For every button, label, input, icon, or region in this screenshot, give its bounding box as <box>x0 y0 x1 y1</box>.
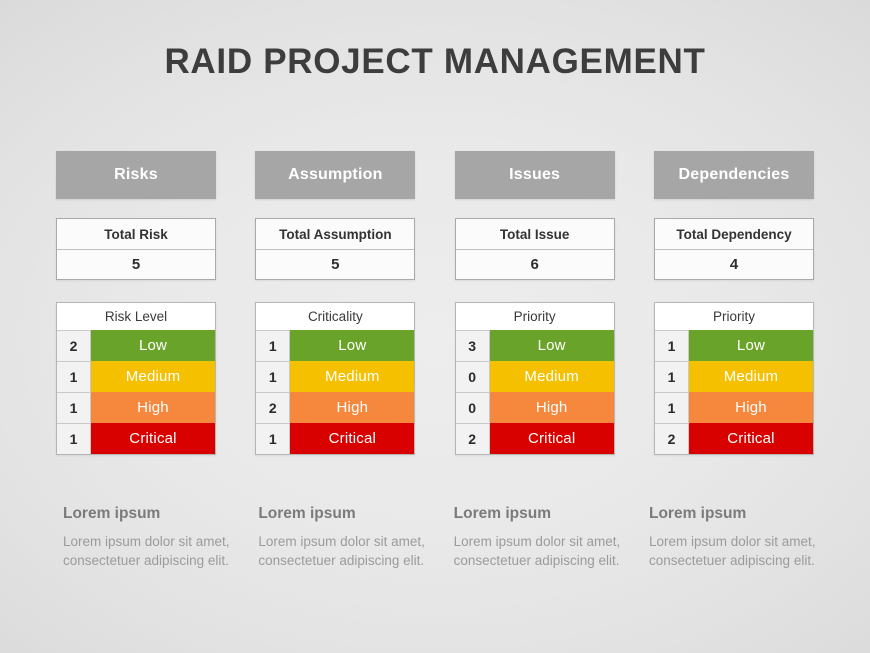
table-row[interactable]: 0 Medium <box>455 361 614 392</box>
raid-slide: RAID PROJECT MANAGEMENT Risks Total Risk… <box>0 0 870 653</box>
level-label-critical: Critical <box>489 423 614 454</box>
level-label-medium: Medium <box>688 361 813 392</box>
note-dependencies: Lorem ipsum Lorem ipsum dolor sit amet, … <box>649 505 821 570</box>
level-title-risks: Risk Level <box>57 303 215 330</box>
total-label-issues: Total Issue <box>455 219 614 250</box>
footer-notes: Lorem ipsum Lorem ipsum dolor sit amet, … <box>63 505 821 570</box>
page-title: RAID PROJECT MANAGEMENT <box>164 42 706 81</box>
level-rows-risks: 2 Low 1 Medium 1 High 1 Critical <box>57 330 215 454</box>
level-count: 2 <box>57 330 91 361</box>
level-label-high: High <box>91 392 215 423</box>
level-count: 2 <box>256 392 291 423</box>
total-label-assumption: Total Assumption <box>256 219 415 250</box>
raid-column-issues: Issues Total Issue 6 Priority 3 Low 0 Me… <box>454 151 615 455</box>
note-risks: Lorem ipsum Lorem ipsum dolor sit amet, … <box>63 505 235 570</box>
level-count: 1 <box>654 361 689 392</box>
note-issues: Lorem ipsum Lorem ipsum dolor sit amet, … <box>454 505 626 570</box>
level-label-low: Low <box>688 330 813 361</box>
total-box-issues: Total Issue 6 <box>454 218 615 280</box>
table-row[interactable]: 2 Low <box>57 330 215 361</box>
level-rows-assumption: 1 Low 1 Medium 2 High 1 Critical <box>256 330 415 454</box>
level-table-assumption: Criticality 1 Low 1 Medium 2 High 1 Crit… <box>255 302 416 455</box>
total-value-dependencies: 4 <box>729 256 739 273</box>
level-count: 2 <box>455 423 490 454</box>
table-row[interactable]: 1 Critical <box>256 423 415 454</box>
table-row[interactable]: 3 Low <box>455 330 614 361</box>
level-label-low: Low <box>91 330 215 361</box>
level-count: 1 <box>57 361 91 392</box>
level-count: 0 <box>455 361 490 392</box>
level-label-low: Low <box>489 330 614 361</box>
level-rows-issues: 3 Low 0 Medium 0 High 2 Critical <box>455 330 614 454</box>
category-header-risks[interactable]: Risks <box>56 151 216 199</box>
level-count: 1 <box>654 330 689 361</box>
table-row[interactable]: 1 Low <box>256 330 415 361</box>
table-row[interactable]: 1 Medium <box>57 361 215 392</box>
level-count: 0 <box>455 392 490 423</box>
category-header-dependencies[interactable]: Dependencies <box>653 151 814 199</box>
table-row[interactable]: 2 Critical <box>654 423 813 454</box>
note-title: Lorem ipsum <box>453 505 551 522</box>
total-value-issues: 6 <box>530 256 539 273</box>
level-count: 1 <box>256 423 291 454</box>
level-count: 1 <box>57 392 91 423</box>
level-count: 1 <box>654 392 689 423</box>
note-title: Lorem ipsum <box>648 505 747 522</box>
level-label-medium: Medium <box>489 361 614 392</box>
table-row[interactable]: 2 Critical <box>455 423 614 454</box>
level-count: 1 <box>256 361 291 392</box>
note-title: Lorem ipsum <box>63 505 161 522</box>
raid-columns: Risks Total Risk 5 Risk Level 2 Low 1 Me… <box>56 151 814 455</box>
level-label-low: Low <box>290 330 415 361</box>
raid-column-dependencies: Dependencies Total Dependency 4 Priority… <box>653 151 814 455</box>
level-title-issues: Priority <box>455 303 614 330</box>
note-assumption: Lorem ipsum Lorem ipsum dolor sit amet, … <box>258 505 430 570</box>
level-title-assumption: Criticality <box>256 303 415 330</box>
table-row[interactable]: 2 High <box>256 392 415 423</box>
total-value-risks: 5 <box>131 256 141 273</box>
level-count: 3 <box>455 330 490 361</box>
table-row[interactable]: 1 Medium <box>654 361 813 392</box>
note-title: Lorem ipsum <box>258 505 356 522</box>
note-body: Lorem ipsum dolor sit amet, consectetuer… <box>453 534 621 568</box>
table-row[interactable]: 1 High <box>654 392 813 423</box>
table-row[interactable]: 1 Medium <box>256 361 415 392</box>
level-label-medium: Medium <box>290 361 415 392</box>
table-row[interactable]: 1 High <box>57 392 215 423</box>
category-header-issues[interactable]: Issues <box>454 151 615 199</box>
level-count: 2 <box>654 423 689 454</box>
table-row[interactable]: 0 High <box>455 392 614 423</box>
level-table-issues: Priority 3 Low 0 Medium 0 High 2 Critica… <box>454 302 615 455</box>
table-row[interactable]: 1 Low <box>654 330 813 361</box>
level-table-risks: Risk Level 2 Low 1 Medium 1 High 1 Criti… <box>56 302 216 455</box>
level-label-medium: Medium <box>91 361 215 392</box>
raid-column-risks: Risks Total Risk 5 Risk Level 2 Low 1 Me… <box>56 151 216 455</box>
total-box-risks: Total Risk 5 <box>56 218 216 280</box>
level-label-high: High <box>290 392 415 423</box>
note-body: Lorem ipsum dolor sit amet, consectetuer… <box>258 534 425 568</box>
table-row[interactable]: 1 Critical <box>57 423 215 454</box>
total-label-risks: Total Risk <box>57 219 215 250</box>
total-box-dependencies: Total Dependency 4 <box>653 218 814 280</box>
level-label-high: High <box>688 392 813 423</box>
level-label-critical: Critical <box>290 423 415 454</box>
raid-column-assumption: Assumption Total Assumption 5 Criticalit… <box>255 151 416 455</box>
level-label-critical: Critical <box>91 423 215 454</box>
level-count: 1 <box>256 330 291 361</box>
total-label-dependencies: Total Dependency <box>654 219 813 250</box>
level-rows-dependencies: 1 Low 1 Medium 1 High 2 Critical <box>654 330 813 454</box>
total-box-assumption: Total Assumption 5 <box>255 218 416 280</box>
level-label-critical: Critical <box>688 423 813 454</box>
level-title-dependencies: Priority <box>654 303 813 330</box>
level-count: 1 <box>57 423 91 454</box>
note-body: Lorem ipsum dolor sit amet, consectetuer… <box>648 534 816 568</box>
category-header-assumption[interactable]: Assumption <box>255 151 416 199</box>
total-value-assumption: 5 <box>331 256 340 273</box>
level-table-dependencies: Priority 1 Low 1 Medium 1 High 2 Critica… <box>653 302 814 455</box>
level-label-high: High <box>489 392 614 423</box>
note-body: Lorem ipsum dolor sit amet, consectetuer… <box>63 534 230 568</box>
